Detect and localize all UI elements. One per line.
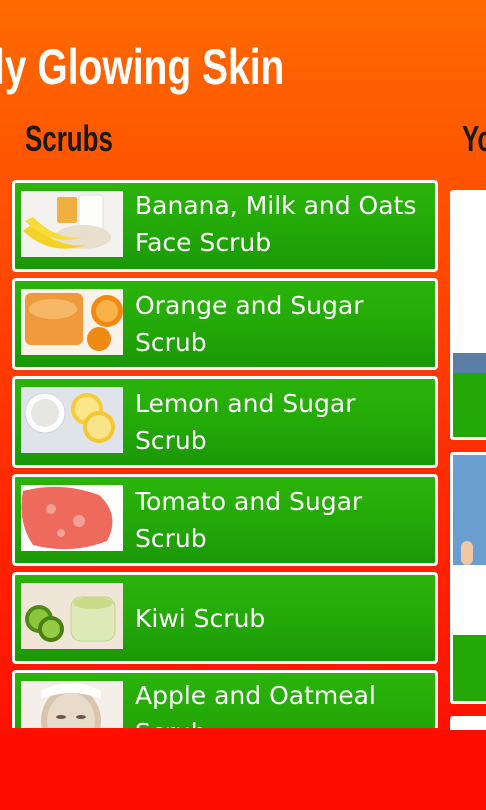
- banana-milk-oats-image: [21, 191, 123, 257]
- tomato-sugar-image: [21, 485, 123, 551]
- section-title-next[interactable]: Yo: [462, 118, 486, 160]
- section-title-scrubs[interactable]: Scrubs: [25, 118, 113, 160]
- preview-tile[interactable]: [450, 190, 486, 440]
- orange-sugar-image: [21, 289, 123, 355]
- preview-tile[interactable]: [450, 452, 486, 704]
- bottom-bar: [0, 730, 486, 810]
- apple-oatmeal-image: [21, 681, 123, 728]
- scrub-item-apple-oatmeal[interactable]: Apple and Oatmeal Scrub: [12, 670, 438, 728]
- app-title: ly Glowing Skin: [0, 39, 285, 95]
- scrubs-list: Banana, Milk and Oats Face Scrub Orange …: [12, 180, 438, 728]
- scrub-item-orange-sugar[interactable]: Orange and Sugar Scrub: [12, 278, 438, 370]
- scrub-item-label: Banana, Milk and Oats Face Scrub: [135, 191, 425, 257]
- scrub-item-label: Tomato and Sugar Scrub: [135, 487, 371, 553]
- scrub-item-label: Orange and Sugar Scrub: [135, 291, 372, 357]
- scrub-item-lemon-sugar[interactable]: Lemon and Sugar Scrub: [12, 376, 438, 468]
- scrub-item-tomato-sugar[interactable]: Tomato and Sugar Scrub: [12, 474, 438, 566]
- scrub-item-label: Kiwi Scrub: [135, 603, 266, 633]
- scrub-item-kiwi[interactable]: Kiwi Scrub: [12, 572, 438, 664]
- scrub-item-banana-milk-oats[interactable]: Banana, Milk and Oats Face Scrub: [12, 180, 438, 272]
- scrub-item-label: Lemon and Sugar Scrub: [135, 389, 364, 455]
- lemon-sugar-image: [21, 387, 123, 453]
- kiwi-image: [21, 583, 123, 649]
- scrub-item-label: Apple and Oatmeal Scrub: [135, 681, 376, 728]
